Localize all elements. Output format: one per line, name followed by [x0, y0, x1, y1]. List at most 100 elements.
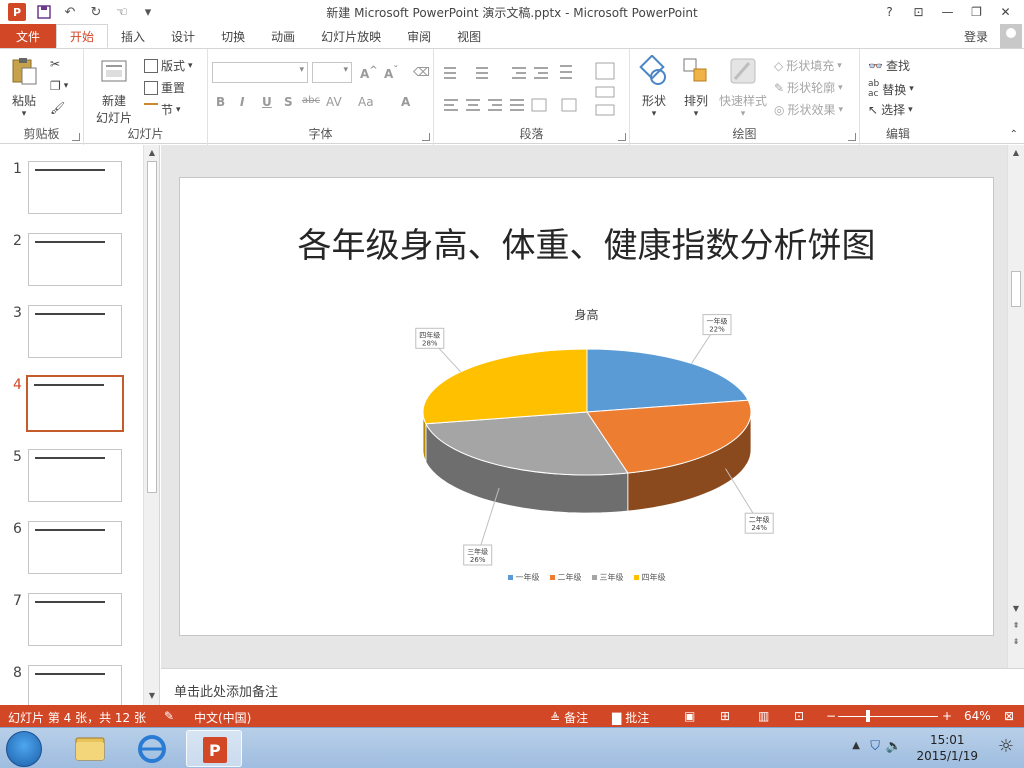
- zoom-level[interactable]: 64%: [964, 709, 991, 723]
- scroll-thumb[interactable]: [147, 161, 157, 493]
- shape-outline-button[interactable]: ✎ 形状轮廓 ▾: [774, 79, 843, 96]
- windows-start-icon[interactable]: [6, 731, 42, 767]
- security-shield-icon[interactable]: ⛉: [870, 739, 880, 754]
- arrange-button[interactable]: 排列 ▾: [676, 55, 716, 119]
- explorer-taskbar-button[interactable]: [62, 730, 118, 767]
- thumbnail-row[interactable]: 4: [0, 375, 145, 437]
- slide-sorter-icon[interactable]: ⊞: [720, 709, 730, 723]
- pie-slice[interactable]: [422, 348, 588, 425]
- slide-thumbnail[interactable]: [28, 449, 122, 502]
- thumbnail-row[interactable]: 7: [0, 593, 145, 653]
- shape-effects-button[interactable]: ◎ 形状效果 ▾: [774, 101, 843, 118]
- chart-legend[interactable]: 一年级 二年级 三年级 四年级: [180, 572, 993, 583]
- save-icon[interactable]: [36, 4, 52, 20]
- slide-scrollbar[interactable]: ▲ ▼ ⇞ ⇟: [1007, 145, 1024, 668]
- reading-view-icon[interactable]: ▥: [758, 709, 769, 723]
- avatar[interactable]: [1000, 24, 1022, 48]
- legend-entry[interactable]: 二年级: [549, 572, 582, 583]
- tab-transitions[interactable]: 切换: [208, 24, 258, 48]
- shrink-font-icon[interactable]: Aˇ: [384, 65, 398, 81]
- slide-thumbnails-pane[interactable]: 1 2 3 4 5 6 7 8 ▲ ▼: [0, 145, 160, 705]
- font-launcher-icon[interactable]: [422, 133, 430, 141]
- pie-chart[interactable]: 一年级22%二年级24%三年级26%四年级28%: [180, 178, 995, 637]
- legend-entry[interactable]: 一年级: [507, 572, 540, 583]
- notes-pane[interactable]: 单击此处添加备注: [161, 668, 1024, 705]
- slide-canvas[interactable]: 各年级身高、体重、健康指数分析饼图 身高 一年级 22% 二年级 24% 三年级 26% 四…: [179, 177, 994, 636]
- drawing-launcher-icon[interactable]: [848, 133, 856, 141]
- slide-thumbnail[interactable]: [28, 161, 122, 214]
- taskbar-clock[interactable]: 15:01 2015/1/19: [916, 732, 978, 764]
- grow-font-icon[interactable]: A^: [360, 65, 378, 81]
- volume-icon[interactable]: 🔈: [886, 739, 902, 754]
- shapes-button[interactable]: 形状 ▾: [634, 54, 674, 119]
- normal-view-icon[interactable]: ▣: [684, 709, 695, 723]
- italic-button[interactable]: I: [240, 95, 244, 109]
- font-size-combo[interactable]: [312, 62, 352, 83]
- section-button[interactable]: 节 ▾: [144, 101, 181, 118]
- paragraph-launcher-icon[interactable]: [618, 133, 626, 141]
- ribbon-display-button[interactable]: ⊡: [904, 2, 933, 22]
- thumbnail-row[interactable]: 2: [0, 233, 145, 293]
- undo-icon[interactable]: ↶: [62, 4, 78, 20]
- prev-slide-icon[interactable]: ⇞: [1011, 621, 1021, 630]
- language-indicator[interactable]: 中文(中国): [194, 709, 251, 726]
- find-button[interactable]: 👓 查找: [868, 57, 910, 74]
- layout-button[interactable]: 版式 ▾: [144, 57, 193, 74]
- slide-thumbnail[interactable]: [28, 305, 122, 358]
- touch-mode-icon[interactable]: ☜: [114, 4, 130, 20]
- notes-toggle-button[interactable]: ≜ 备注: [550, 709, 588, 726]
- tab-view[interactable]: 视图: [444, 24, 494, 48]
- underline-button[interactable]: U: [262, 95, 272, 109]
- scroll-down-icon[interactable]: ▼: [1011, 604, 1021, 613]
- restore-button[interactable]: ❐: [962, 2, 991, 22]
- slide-thumbnail[interactable]: [28, 233, 122, 286]
- shadow-button[interactable]: S: [284, 95, 293, 109]
- thumbnail-row[interactable]: 8: [0, 665, 145, 705]
- paste-button[interactable]: 粘贴 ▾: [6, 55, 42, 119]
- bold-button[interactable]: B: [216, 95, 225, 109]
- tab-design[interactable]: 设计: [158, 24, 208, 48]
- tab-file[interactable]: 文件: [0, 24, 57, 48]
- select-button[interactable]: ↖ 选择 ▾: [868, 101, 913, 118]
- font-name-combo[interactable]: [212, 62, 308, 83]
- legend-entry[interactable]: 四年级: [633, 572, 666, 583]
- comments-toggle-button[interactable]: ▇ 批注: [612, 709, 649, 726]
- tray-expand-icon[interactable]: ▲: [852, 740, 860, 751]
- replace-button[interactable]: ab ac 替换 ▾: [868, 79, 914, 99]
- scroll-down-icon[interactable]: ▼: [147, 691, 157, 700]
- slide-thumbnail[interactable]: [28, 665, 122, 705]
- close-button[interactable]: ✕: [991, 2, 1020, 22]
- legend-entry[interactable]: 三年级: [591, 572, 624, 583]
- copy-button[interactable]: ❐ ▾: [50, 79, 68, 93]
- slideshow-view-icon[interactable]: ⊡: [794, 709, 804, 723]
- customize-icon[interactable]: ▾: [140, 4, 156, 20]
- reset-button[interactable]: 重置: [144, 79, 185, 96]
- thumbnail-row[interactable]: 5: [0, 449, 145, 509]
- tab-review[interactable]: 审阅: [394, 24, 444, 48]
- thumbnail-row[interactable]: 6: [0, 521, 145, 581]
- thumbnail-row[interactable]: 3: [0, 305, 145, 365]
- quick-styles-button[interactable]: 快速样式 ▾: [716, 55, 770, 119]
- scroll-up-icon[interactable]: ▲: [1011, 148, 1021, 157]
- tab-animations[interactable]: 动画: [258, 24, 308, 48]
- clipboard-launcher-icon[interactable]: [72, 133, 80, 141]
- shape-fill-button[interactable]: ◇ 形状填充 ▾: [774, 57, 842, 74]
- cut-button[interactable]: ✂: [50, 57, 60, 71]
- spelling-icon[interactable]: ✎: [164, 709, 174, 723]
- zoom-slider-track[interactable]: [838, 716, 938, 717]
- thumbnail-row[interactable]: 1: [0, 161, 145, 221]
- redo-icon[interactable]: ↻: [88, 4, 104, 20]
- minimize-button[interactable]: —: [933, 2, 962, 22]
- ie-taskbar-button[interactable]: [124, 730, 180, 767]
- font-color-button[interactable]: A: [401, 95, 410, 109]
- next-slide-icon[interactable]: ⇟: [1011, 637, 1021, 646]
- login-link[interactable]: 登录: [964, 28, 988, 45]
- format-painter-button[interactable]: 🖌: [50, 101, 65, 115]
- tab-insert[interactable]: 插入: [108, 24, 158, 48]
- zoom-slider-knob[interactable]: [866, 710, 870, 722]
- thumbnails-scrollbar[interactable]: ▲ ▼: [143, 145, 159, 705]
- notes-placeholder[interactable]: 单击此处添加备注: [174, 681, 278, 700]
- zoom-out-icon[interactable]: −: [826, 709, 836, 723]
- tab-slideshow[interactable]: 幻灯片放映: [308, 24, 394, 48]
- new-slide-button[interactable]: 新建 幻灯片: [90, 55, 138, 126]
